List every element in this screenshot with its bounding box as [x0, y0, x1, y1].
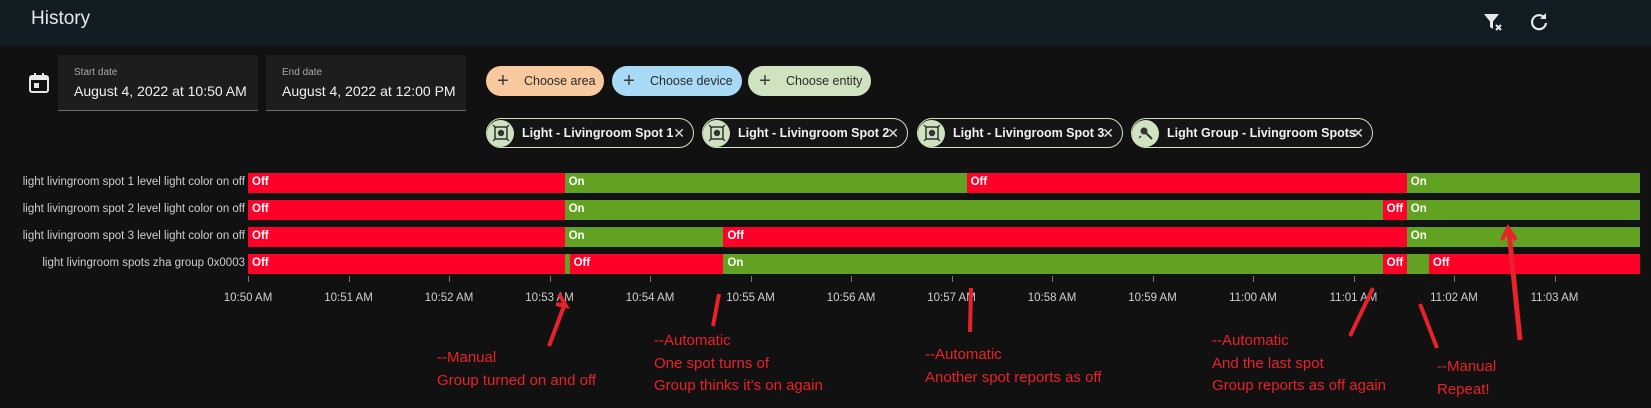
- annotation-line: --Automatic: [925, 346, 1002, 363]
- annotation-line: And the last spot: [1212, 354, 1324, 372]
- annotation-line: Repeat!: [1437, 380, 1490, 398]
- annotation-arrow: [711, 293, 721, 327]
- annotation-line: Group reports as off again: [1212, 377, 1386, 394]
- annotation-line: --Automatic: [1212, 332, 1289, 349]
- annotation-line: Group thinks it's on again: [654, 377, 823, 394]
- annotation-arrow: [1418, 303, 1439, 349]
- annotation-line: Group turned on and off: [437, 371, 597, 389]
- annotation-line: --Manual: [1437, 358, 1497, 375]
- annotation-arrow: [555, 292, 570, 309]
- annotation-arrow: [968, 287, 973, 333]
- annotation-line: --Automatic: [654, 332, 731, 349]
- annotation-note: --Automatic Another spot reports as off: [925, 344, 1102, 389]
- annotation-arrow: [547, 305, 566, 347]
- annotation-line: Another spot reports as off: [925, 368, 1102, 386]
- annotation-line: One spot turns of: [654, 354, 770, 372]
- annotation-arrows: [547, 224, 1523, 349]
- annotation-arrow: [1348, 287, 1375, 337]
- annotation-line: --Manual: [437, 349, 497, 366]
- annotation-note: --Automatic One spot turns of Group thin…: [654, 330, 823, 398]
- annotation-note: --Manual Group turned on and off: [437, 347, 596, 392]
- annotation-note: --Automatic And the last spot Group repo…: [1212, 330, 1386, 398]
- annotation-arrow: [1506, 231, 1523, 341]
- annotation-note: --Manual Repeat!: [1437, 356, 1496, 401]
